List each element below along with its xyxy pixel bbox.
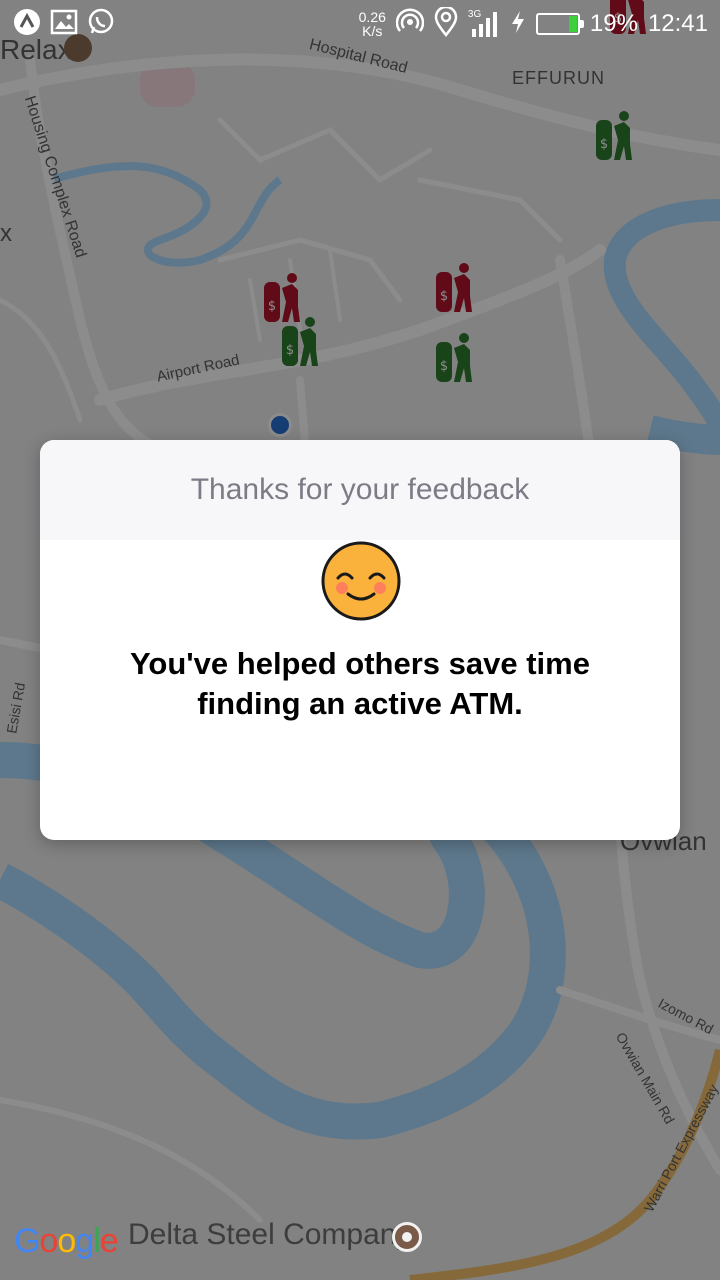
network-speed-value: 0.26 — [358, 9, 386, 25]
google-logo-letter: o — [39, 1222, 58, 1260]
app-icon — [12, 7, 42, 42]
battery-percent: 19% — [589, 10, 638, 37]
google-logo: Google — [14, 1222, 119, 1261]
place-pin-icon — [392, 1222, 422, 1252]
signal-icon: 3G — [468, 9, 500, 39]
dialog-message-line1: You've helped others save time — [130, 646, 590, 681]
google-logo-letter: G — [14, 1222, 40, 1260]
location-icon — [434, 5, 458, 42]
place-label: Delta Steel Company — [128, 1218, 412, 1251]
hotspot-icon — [395, 7, 425, 41]
battery-icon — [535, 13, 584, 35]
google-logo-letter: o — [57, 1222, 76, 1260]
smiling-face-icon — [320, 540, 402, 622]
network-speed-unit: K/s — [362, 23, 383, 39]
whatsapp-icon — [86, 7, 116, 42]
charging-icon — [510, 10, 526, 39]
battery-fill — [569, 16, 577, 32]
clock: 12:41 — [647, 10, 708, 37]
google-logo-letter: g — [75, 1222, 94, 1260]
dialog-header: Thanks for your feedback — [40, 440, 680, 540]
feedback-dialog: Thanks for your feedback You've helped o… — [40, 440, 680, 840]
dialog-title: Thanks for your feedback — [190, 473, 530, 506]
dialog-message: You've helped others save time finding a… — [80, 644, 640, 724]
gallery-icon — [50, 9, 78, 40]
dialog-message-line2: finding an active ATM. — [197, 686, 523, 721]
google-logo-letter: e — [99, 1222, 119, 1260]
status-bar: 0.26 K/s 3G 19% 12:41 — [0, 0, 720, 48]
network-speed: 0.26 K/s — [359, 10, 386, 38]
